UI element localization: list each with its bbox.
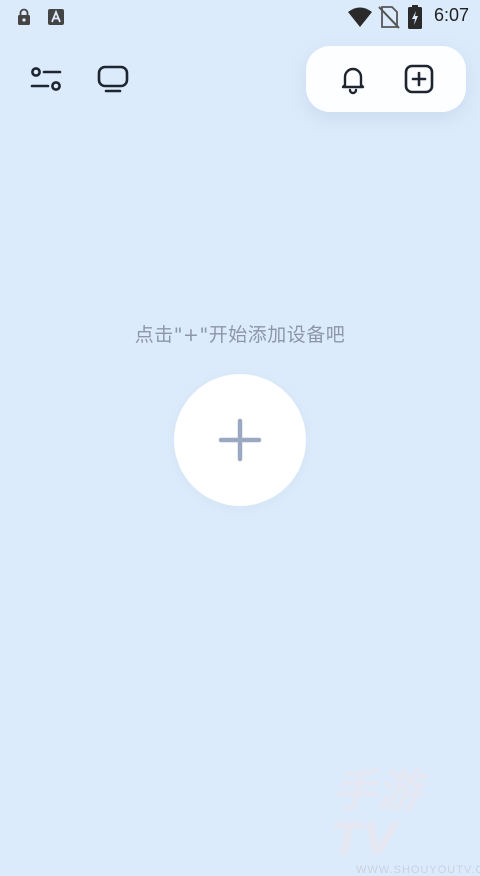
- a-notification-icon: [48, 9, 64, 25]
- filter-settings-icon: [30, 67, 62, 91]
- bell-icon: [341, 67, 365, 95]
- status-bar: 6:07: [0, 0, 480, 34]
- notifications-button[interactable]: [331, 57, 375, 101]
- filter-settings-button[interactable]: [24, 57, 68, 101]
- empty-state-hint: 点击"+"开始添加设备吧: [134, 324, 346, 346]
- watermark-url: WWW.SHOUYOUTV.COM: [356, 864, 480, 876]
- no-sim-icon: [378, 6, 400, 29]
- status-time: 6:07: [433, 5, 469, 25]
- action-card: [306, 46, 466, 112]
- lock-notification-icon: [18, 8, 30, 25]
- watermark-logo: 手游TV: [332, 766, 422, 865]
- add-device-button[interactable]: [174, 374, 306, 506]
- tv-device-icon: [97, 65, 129, 93]
- tv-device-button[interactable]: [91, 57, 135, 101]
- add-device-top-button[interactable]: [397, 57, 441, 101]
- add-square-icon: [404, 64, 434, 94]
- battery-charging-icon: [408, 5, 422, 29]
- plus-icon: [218, 418, 262, 462]
- watermark: 手游TV WWW.SHOUYOUTV.COM: [332, 766, 480, 876]
- wifi-icon: [348, 7, 372, 27]
